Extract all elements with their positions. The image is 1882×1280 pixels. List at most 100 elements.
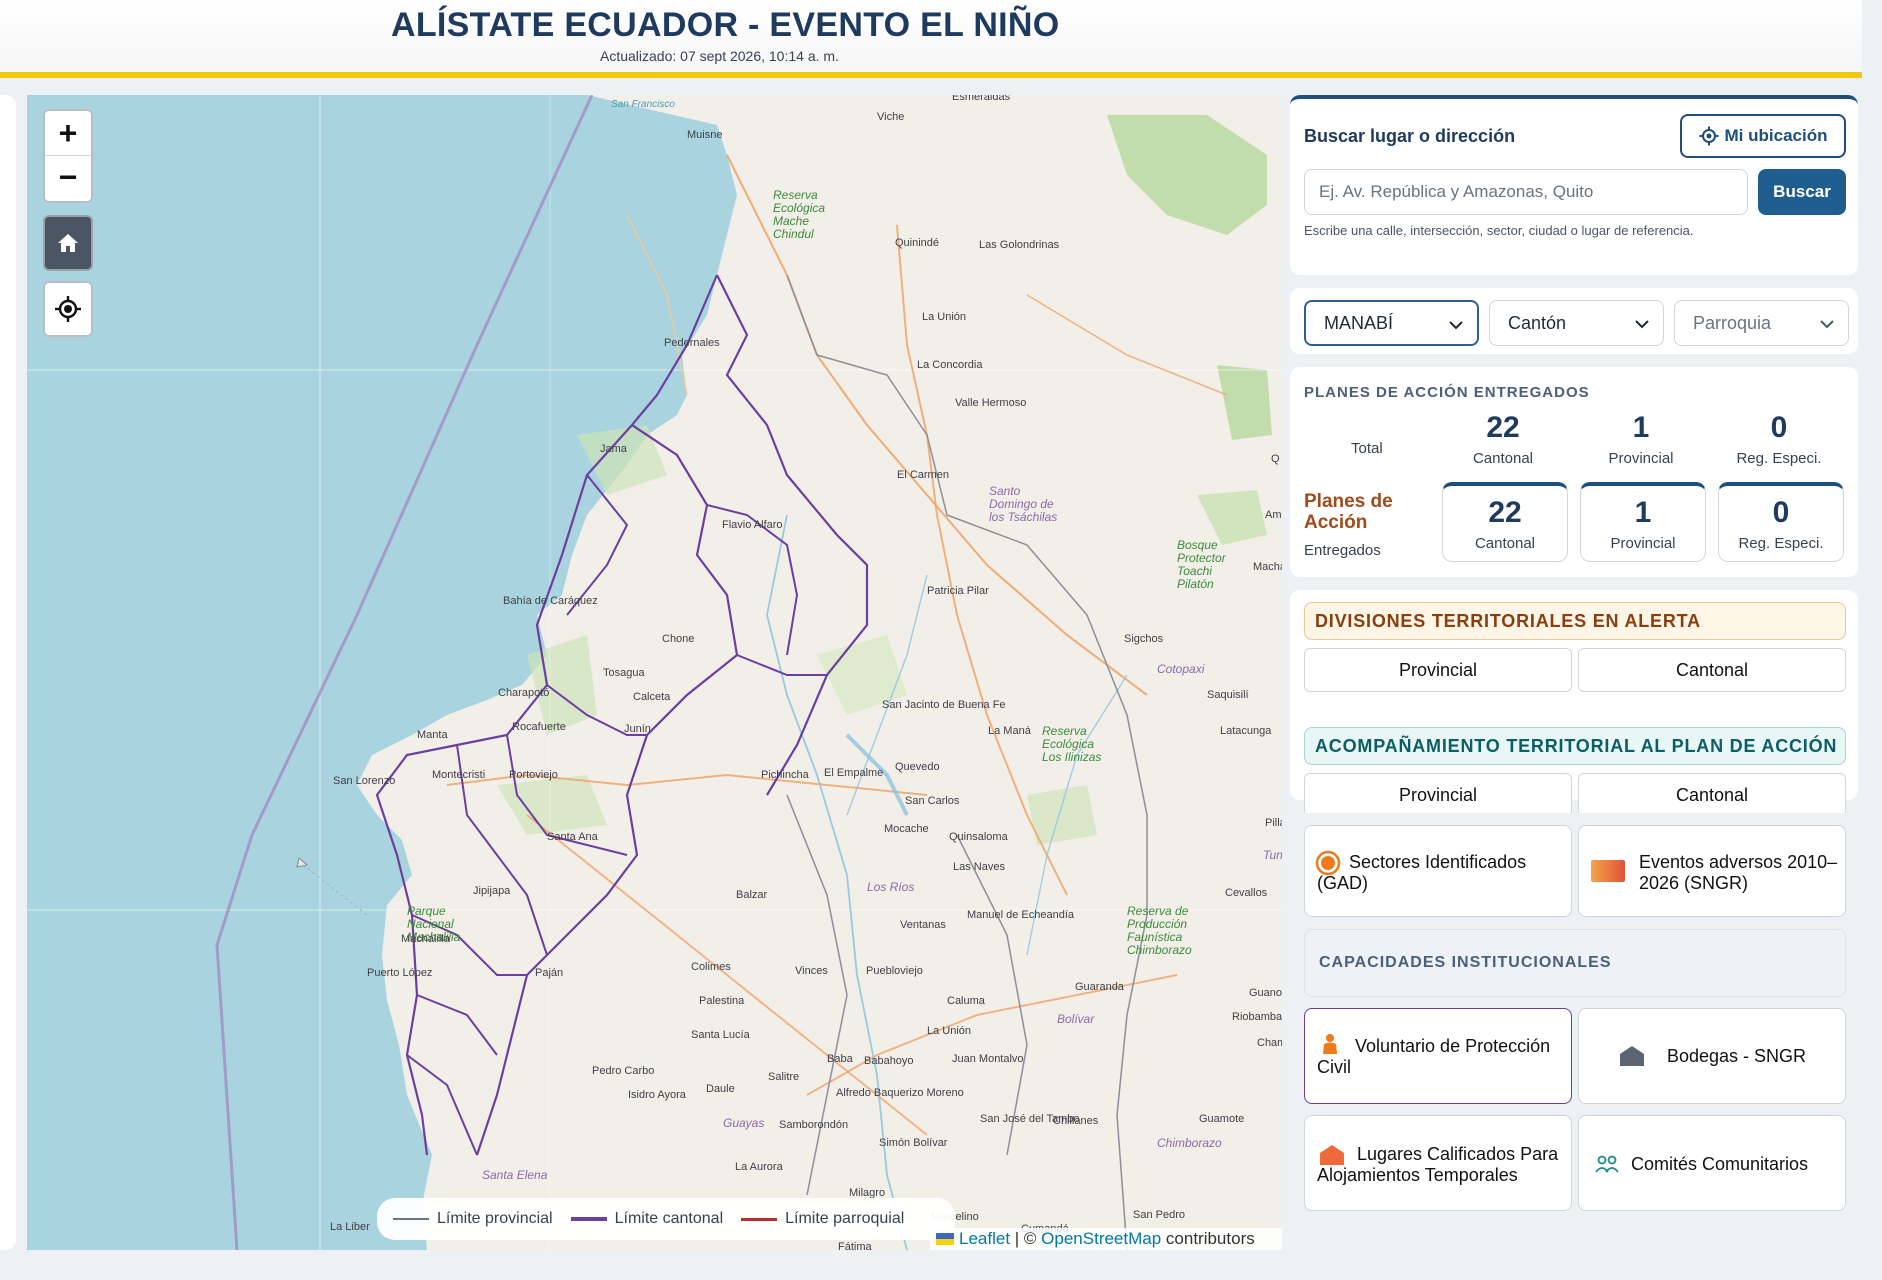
legend-item-cantonal: Límite cantonal [570, 1210, 724, 1228]
map-label-samborondon: Samborondón [779, 1119, 849, 1131]
my-location-label: Mi ubicación [1724, 126, 1828, 145]
sectors-layer-button[interactable]: Sectores Identificados (GAD) [1304, 825, 1572, 917]
header: ALÍSTATE ECUADOR - EVENTO EL NIÑO Actual… [0, 0, 1862, 78]
map-label-sanjacinto: San Jacinto de Buena Fe [882, 699, 1006, 711]
map-label-laaurora: La Aurora [735, 1161, 783, 1173]
map-label-riobamba: Riobamba [1232, 1011, 1282, 1023]
map-label-tosagua: Tosagua [603, 667, 645, 679]
map-label-reserva3: Reserva de Producción Faunística Chimbor… [1127, 904, 1192, 957]
alert-provincial-button[interactable]: Provincial [1304, 648, 1572, 692]
locate-me-button[interactable] [43, 281, 93, 337]
delivered-provincial-box[interactable]: 1 Provincial [1580, 482, 1706, 562]
attribution-separator: | © [1010, 1229, 1042, 1248]
accompaniment-cantonal-button[interactable]: Cantonal [1578, 773, 1846, 817]
map-label-patricia: Patricia Pilar [927, 585, 989, 597]
map-label-pueblo: Puebloviejo [866, 965, 923, 977]
sectors-layer-label: Sectores Identificados (GAD) [1317, 852, 1527, 893]
legend-label: Límite cantonal [614, 1210, 724, 1227]
people-icon [1595, 1155, 1619, 1173]
map-label-reserva2: Reserva Ecológica Los Ilinizas [1042, 724, 1102, 764]
delivered-special-value: 0 [1772, 496, 1790, 529]
map-label-lasnaves: Las Naves [953, 861, 1005, 873]
map-label-vinces: Vinces [795, 965, 828, 977]
map-view[interactable]: San Francisco Esmeraldas Viche Muisne Reserv… [27, 95, 1282, 1250]
legend-line-parroquial [741, 1217, 778, 1221]
map-label-latacunga: Latacunga [1220, 725, 1272, 737]
leaflet-link[interactable]: Leaflet [959, 1229, 1010, 1249]
accompaniment-provincial-button[interactable]: Provincial [1304, 773, 1572, 817]
map-label-charapoto: Charapotó [498, 687, 550, 699]
events-layer-label: Eventos adversos 2010–2026 (SNGR) [1639, 852, 1838, 893]
map-label-calceta: Calceta [633, 691, 671, 703]
map-label-sancarlos: San Carlos [905, 795, 960, 807]
map-label-jipijapa: Jipijapa [473, 885, 511, 897]
left-panel-edge [0, 95, 16, 1250]
legend-label: Límite parroquial [785, 1210, 905, 1227]
canton-select[interactable]: Cantón [1489, 300, 1664, 346]
delivered-provincial-value: 1 [1634, 496, 1652, 529]
volunteer-layer-button[interactable]: Voluntario de Protección Civil [1304, 1008, 1572, 1104]
search-button[interactable]: Buscar [1758, 169, 1846, 215]
map-label-edge1: Q [1271, 453, 1280, 465]
map-label-manta: Manta [417, 729, 448, 741]
alert-divisions-title: DIVISIONES TERRITORIALES EN ALERTA [1304, 602, 1846, 640]
page-title: ALÍSTATE ECUADOR - EVENTO EL NIÑO [391, 6, 1060, 44]
legend-item-provincial: Límite provincial [393, 1210, 553, 1228]
delivered-special-label: Reg. Especi. [1738, 535, 1824, 552]
totals-label: Total [1351, 440, 1383, 457]
map-label-palestina: Palestina [699, 995, 745, 1007]
map-label-fatima: Fátima [838, 1241, 872, 1250]
home-icon [45, 217, 91, 269]
delivered-cantonal-box[interactable]: 22 Cantonal [1442, 482, 1568, 562]
map-label-saquisili: Saquisilí [1207, 689, 1249, 701]
warehouses-layer-button[interactable]: Bodegas - SNGR [1578, 1008, 1846, 1104]
map-label-cotopaxi: Cotopaxi [1157, 662, 1205, 676]
map-label-mocache: Mocache [884, 823, 929, 835]
search-input[interactable] [1304, 169, 1748, 215]
map-label-bosque: Bosque Protector Toachi Pilatón [1177, 538, 1226, 591]
map-label-losrios: Los Ríos [867, 880, 915, 894]
alert-cantonal-button[interactable]: Cantonal [1578, 648, 1846, 692]
delivered-special-box[interactable]: 0 Reg. Especi. [1718, 482, 1844, 562]
map-label-pichincha: Pichincha [761, 769, 809, 781]
accompaniment-title: ACOMPAÑAMIENTO TERRITORIAL AL PLAN DE AC… [1304, 727, 1846, 765]
canton-select-value: Cantón [1508, 312, 1567, 333]
events-layer-button[interactable]: Eventos adversos 2010–2026 (SNGR) [1578, 825, 1846, 917]
map-label-sanfrancisco: San Francisco [611, 99, 675, 110]
locate-icon [45, 283, 91, 335]
map-label-chambo: Chambo [1257, 1037, 1282, 1049]
capabilities-title: CAPACIDADES INSTITUCIONALES [1319, 954, 1612, 971]
my-location-button[interactable]: Mi ubicación [1680, 114, 1846, 158]
total-special-label: Reg. Especi. [1736, 450, 1822, 467]
map-label-colimes: Colimes [691, 961, 731, 973]
zoom-out-button[interactable]: − [45, 155, 91, 199]
shelters-layer-label: Lugares Calificados Para Alojamientos Te… [1317, 1144, 1559, 1185]
map-label-portoviejo: Portoviejo [509, 769, 558, 781]
home-extent-button[interactable] [43, 215, 93, 271]
parish-select[interactable]: Parroquia [1674, 300, 1849, 346]
map-label-babahoyo: Babahoyo [864, 1055, 914, 1067]
map-label-sanpedro: San Pedro [1133, 1209, 1185, 1221]
committees-layer-button[interactable]: Comités Comunitarios [1578, 1115, 1846, 1211]
legend-line-cantonal [570, 1217, 607, 1221]
shelters-layer-button[interactable]: Lugares Calificados Para Alojamientos Te… [1304, 1115, 1572, 1211]
province-select-value: MANABÍ [1324, 312, 1394, 333]
osm-link[interactable]: OpenStreetMap [1041, 1229, 1161, 1249]
map-legend: Límite provincial Límite cantonal Límite… [377, 1198, 955, 1240]
map-label-montecristi: Montecristi [432, 769, 486, 781]
legend-label: Límite provincial [437, 1210, 553, 1227]
map-label-edge4: Pilla [1265, 817, 1282, 829]
map-label-launion2: La Unión [927, 1025, 972, 1037]
map-label-juanmontalvo: Juan Montalvo [952, 1053, 1024, 1065]
map-label-reserva1: Reserva Ecológica Mache Chindul [773, 188, 826, 241]
territory-selectors: MANABÍ Cantón Parroquia [1290, 288, 1858, 354]
map-label-isidro: Isidro Ayora [628, 1089, 686, 1101]
zoom-control: + − [43, 109, 93, 203]
map-label-caluma: Caluma [947, 995, 985, 1007]
zoom-in-button[interactable]: + [45, 111, 91, 155]
province-select[interactable]: MANABÍ [1304, 300, 1479, 346]
basemap-tiles[interactable] [27, 95, 1282, 1250]
map-label-elcarmen: El Carmen [897, 469, 949, 481]
map-label-salitre: Salitre [768, 1071, 800, 1083]
search-help-text: Escribe una calle, intersección, sector,… [1304, 223, 1694, 238]
